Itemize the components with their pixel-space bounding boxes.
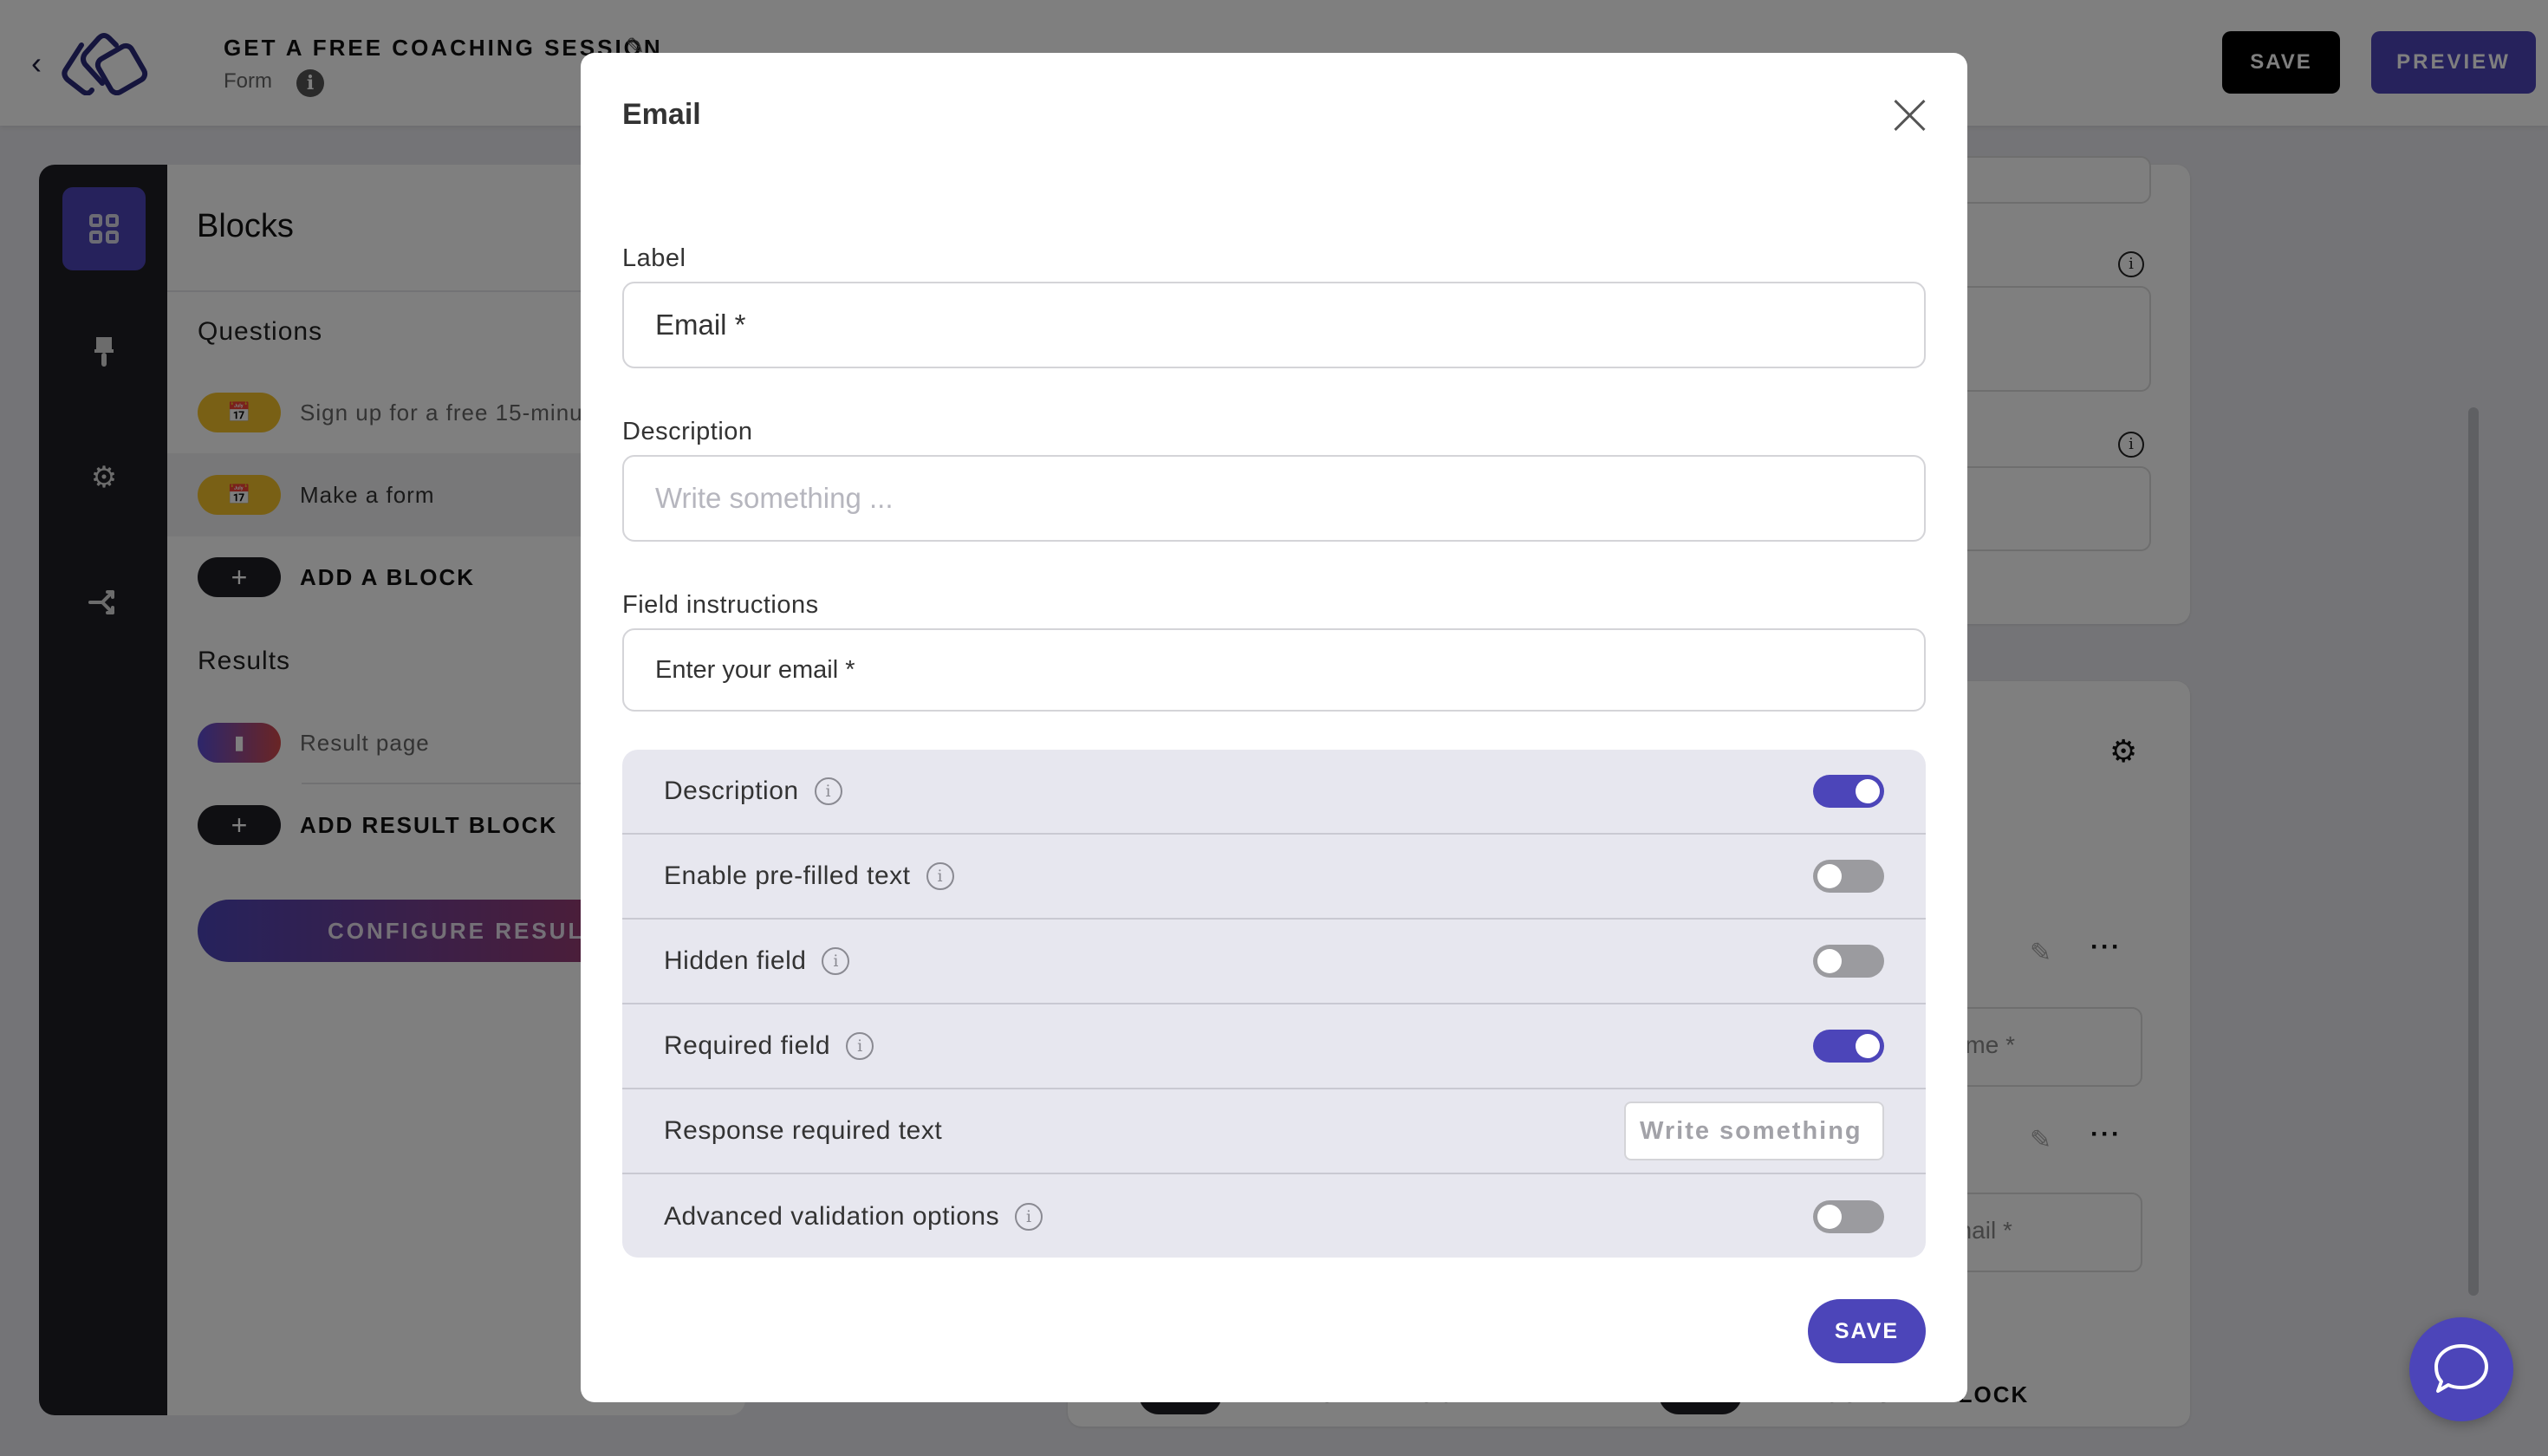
description-toggle[interactable] (1813, 775, 1884, 808)
email-field-settings-modal: Email Label Description Field instructio… (581, 53, 1967, 1402)
advanced-validation-toggle[interactable] (1813, 1200, 1884, 1233)
option-label: Enable pre-filled text (664, 861, 911, 890)
modal-title: Email (622, 98, 701, 131)
option-label: Hidden field (664, 946, 807, 975)
label-field-label: Label (622, 244, 686, 272)
option-row-advanced-validation: Advanced validation options i (622, 1174, 1926, 1258)
description-input[interactable] (622, 455, 1926, 542)
info-icon[interactable]: i (846, 1032, 874, 1060)
info-icon[interactable]: i (926, 862, 954, 890)
description-field-label: Description (622, 418, 753, 445)
hidden-field-toggle[interactable] (1813, 945, 1884, 978)
option-row-description: Description i (622, 750, 1926, 835)
response-required-text-input[interactable] (1624, 1102, 1884, 1160)
chat-bubble-icon (2434, 1344, 2488, 1393)
option-label: Response required text (664, 1116, 943, 1145)
info-icon[interactable]: i (1015, 1203, 1043, 1231)
instructions-field-label: Field instructions (622, 591, 819, 619)
toggle-knob (1817, 864, 1842, 888)
option-row-prefilled: Enable pre-filled text i (622, 835, 1926, 920)
required-field-toggle[interactable] (1813, 1030, 1884, 1063)
option-row-required: Required field i (622, 1004, 1926, 1089)
prefilled-text-toggle[interactable] (1813, 860, 1884, 893)
toggle-knob (1817, 1205, 1842, 1229)
option-label: Required field (664, 1031, 831, 1060)
option-row-response-text: Response required text (622, 1089, 1926, 1174)
toggle-knob (1817, 949, 1842, 973)
label-input[interactable] (622, 282, 1926, 368)
option-label: Advanced validation options (664, 1202, 1000, 1231)
info-icon[interactable]: i (814, 777, 842, 805)
modal-save-button[interactable]: SAVE (1808, 1299, 1926, 1363)
info-icon[interactable]: i (822, 947, 850, 975)
instructions-input[interactable] (622, 628, 1926, 712)
toggle-knob (1856, 1034, 1880, 1058)
option-label: Description (664, 777, 799, 805)
field-options-list: Description i Enable pre-filled text i H… (622, 750, 1926, 1258)
close-icon[interactable] (1891, 96, 1929, 134)
option-row-hidden: Hidden field i (622, 920, 1926, 1004)
toggle-knob (1856, 779, 1880, 803)
chat-button[interactable] (2409, 1317, 2513, 1421)
